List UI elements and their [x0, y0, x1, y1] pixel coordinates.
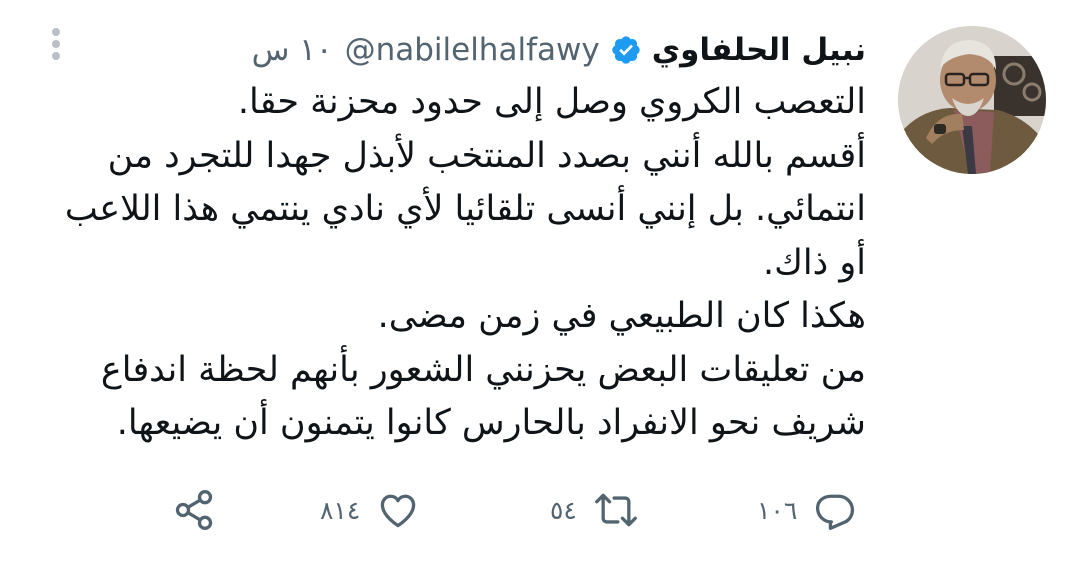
- tweet-card[interactable]: نبيل الحلفاوي @nabilelhalfawy ١٠ س التعص…: [0, 0, 1079, 577]
- reply-button[interactable]: ١٠٦: [757, 488, 857, 532]
- retweet-count: ٥٤: [550, 495, 577, 525]
- tweet-time[interactable]: ١٠ س: [252, 32, 333, 68]
- tweet-line: أو ذاك.: [762, 242, 866, 283]
- tweet-line: التعصب الكروي وصل إلى حدود محزنة حقا.: [237, 82, 866, 122]
- tweet-line: من تعليقات البعض يحزنني الشعور بأنهم لحظ…: [100, 349, 866, 390]
- share-icon: [175, 490, 213, 530]
- user-handle[interactable]: @nabilelhalfawy: [345, 32, 600, 68]
- reply-icon: [816, 494, 855, 530]
- tweet-line: هكذا كان الطبيعي في زمن مضى.: [377, 296, 866, 336]
- avatar-photo: [898, 26, 1046, 174]
- heart-icon: [381, 494, 416, 528]
- retweet-button[interactable]: ٥٤: [550, 488, 639, 532]
- avatar[interactable]: [898, 26, 1046, 174]
- display-name[interactable]: نبيل الحلفاوي: [652, 32, 866, 68]
- tweet-header: نبيل الحلفاوي @nabilelhalfawy ١٠ س: [252, 28, 866, 72]
- like-count: ٨١٤: [320, 495, 361, 525]
- more-options-button[interactable]: [38, 26, 74, 66]
- like-button[interactable]: ٨١٤: [320, 488, 420, 532]
- tweet-line: انتمائي. بل إنني أنسى تلقائيا لأي نادي ي…: [64, 189, 866, 229]
- tweet-line: شريف نحو الانفراد بالحارس كانوا يتمنون أ…: [116, 403, 866, 443]
- verified-badge-icon: [610, 34, 642, 66]
- tweet-line: أقسم بالله أنني بصدد المنتخب لأبذل جهدا …: [107, 135, 866, 176]
- retweet-icon: [594, 493, 637, 527]
- tweet-actions: ١٠٦ ٥٤ ٨١٤: [0, 478, 1079, 542]
- tweet-text: التعصب الكروي وصل إلى حدود محزنة حقا. أق…: [46, 76, 866, 451]
- reply-count: ١٠٦: [757, 495, 798, 525]
- more-vertical-icon: [52, 28, 60, 60]
- share-button[interactable]: [172, 488, 216, 532]
